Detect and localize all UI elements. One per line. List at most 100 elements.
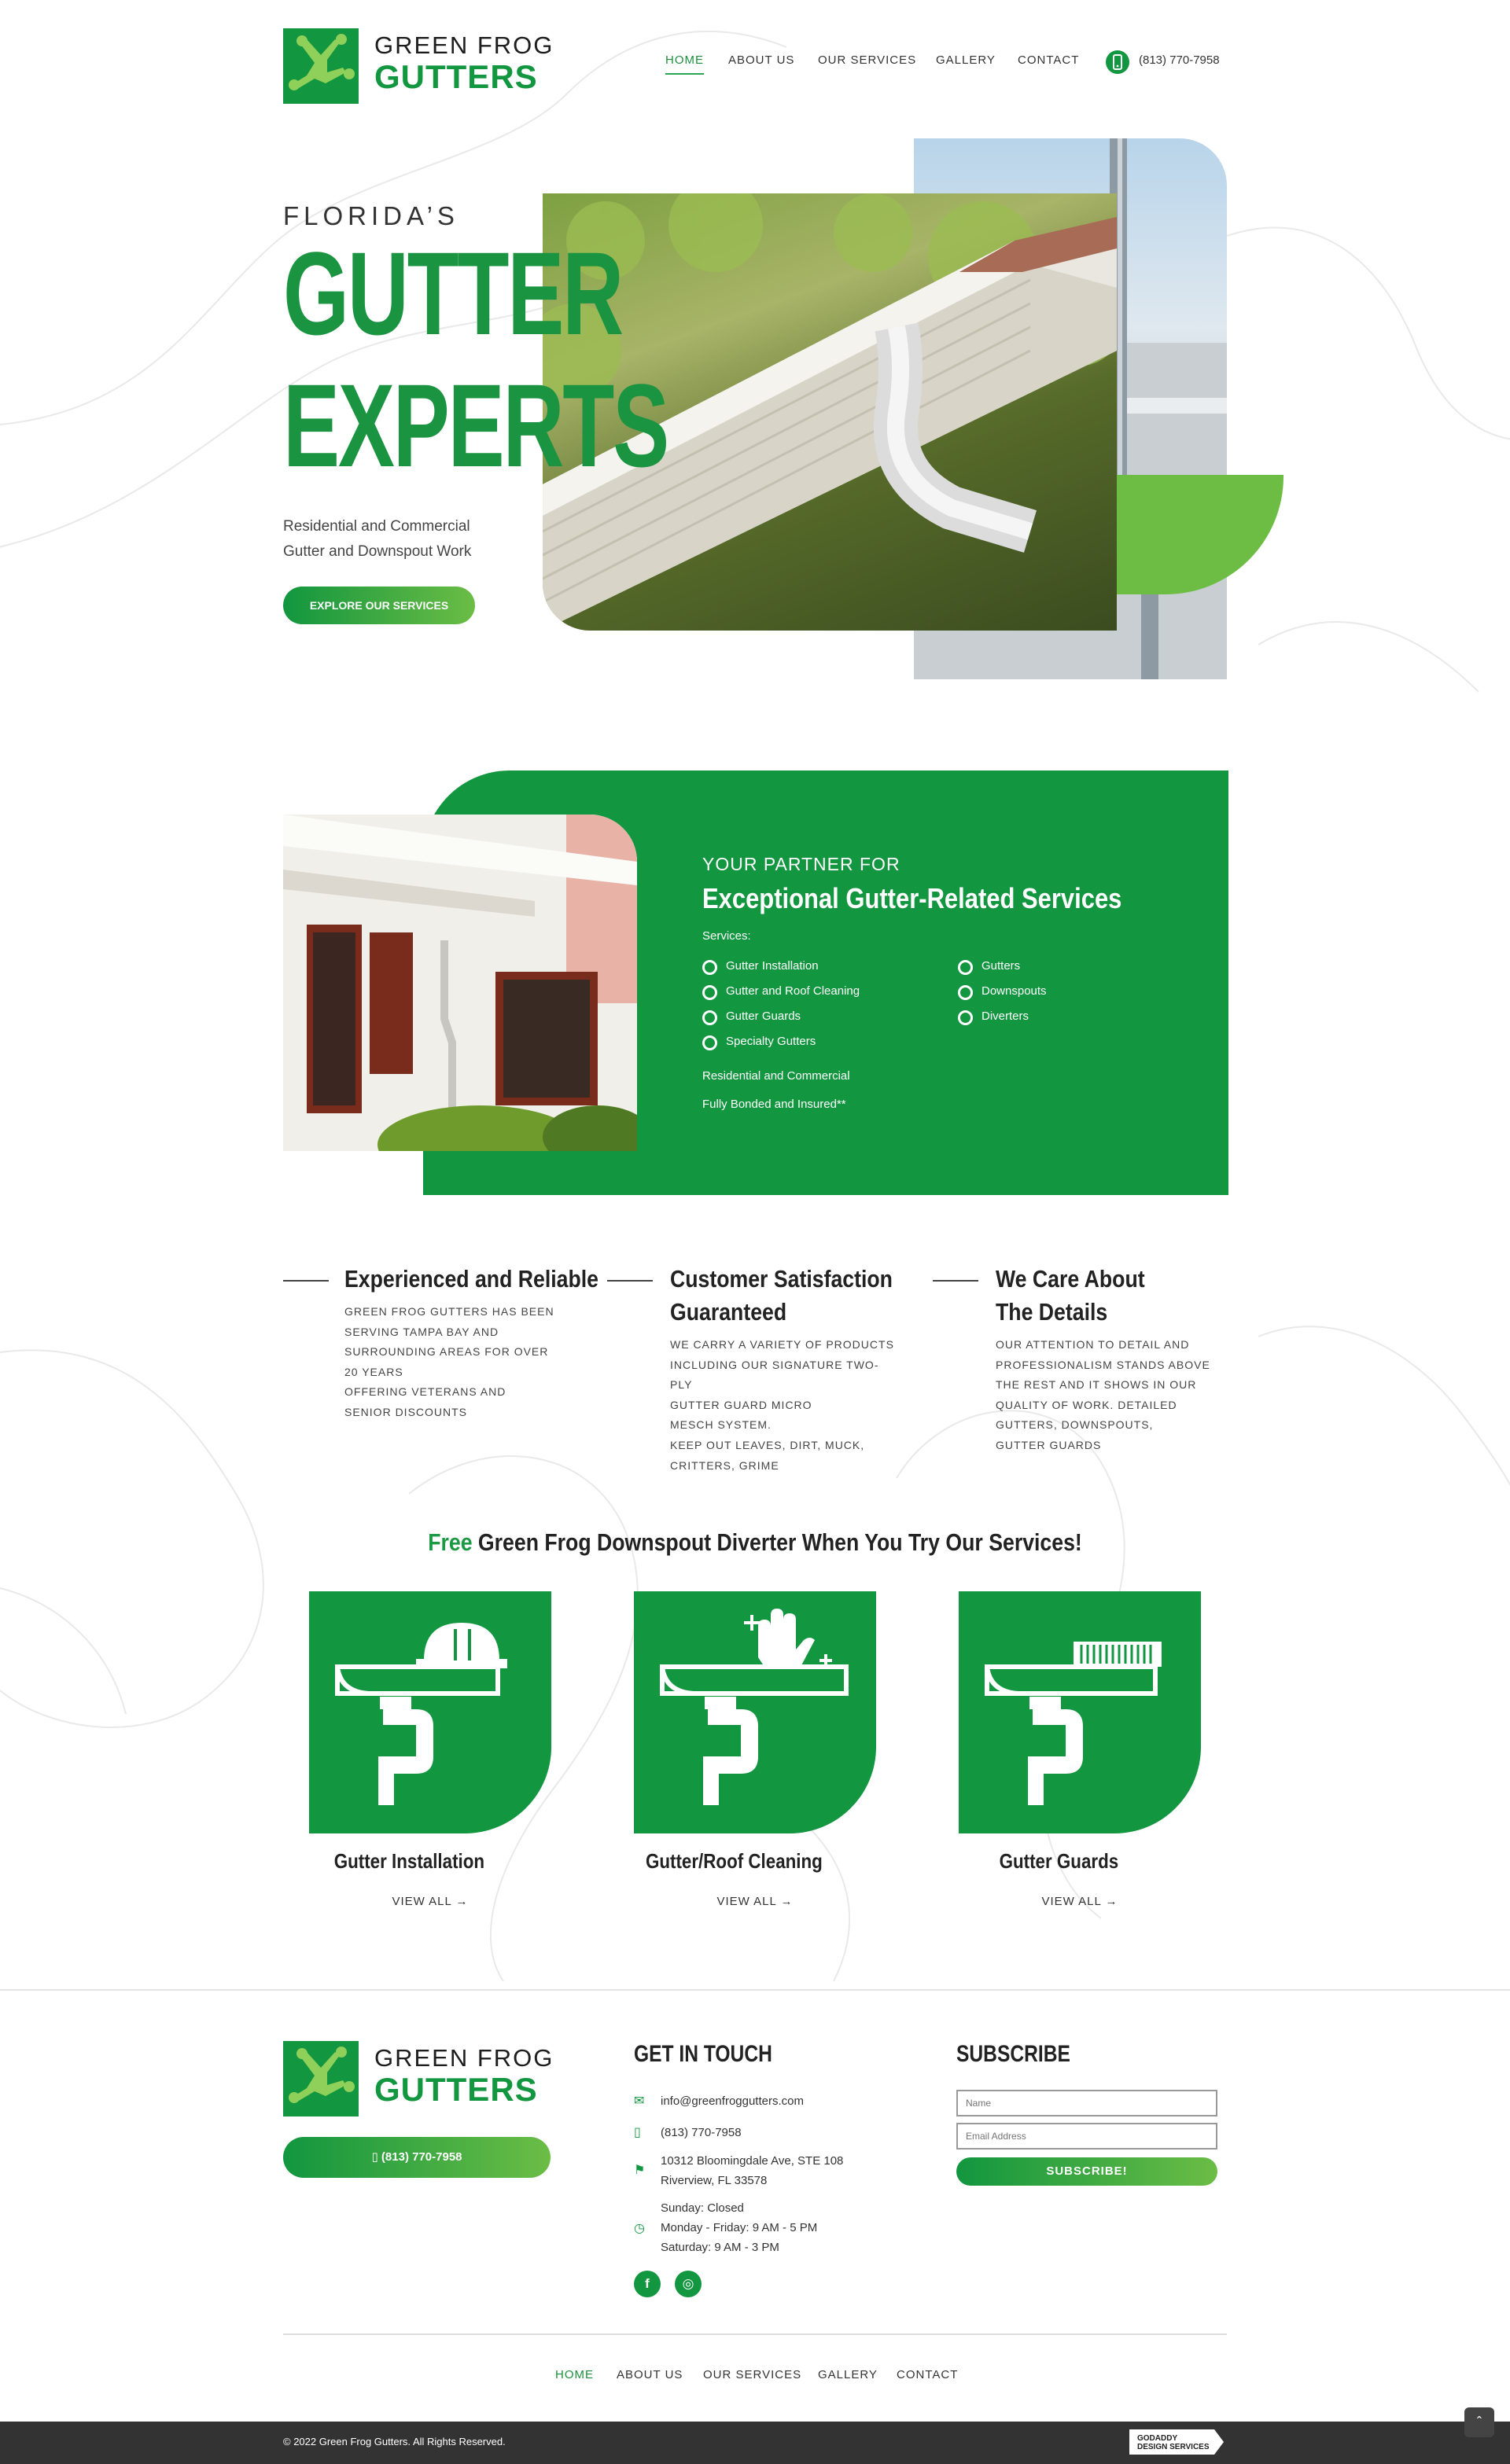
feature-divider xyxy=(933,1280,978,1282)
service-item: Specialty Gutters xyxy=(702,1035,816,1050)
partner-note-residential: Residential and Commercial xyxy=(702,1069,850,1083)
feature-text-line: SERVING TAMPA BAY AND xyxy=(344,1325,499,1338)
feature-text: GREEN FROG GUTTERS HAS BEEN SERVING TAMP… xyxy=(344,1302,573,1423)
service-item: Diverters xyxy=(958,1010,1029,1025)
footer-hours-line: Monday - Friday: 9 AM - 5 PM xyxy=(661,2221,818,2234)
feature-title-line: Experienced and Reliable xyxy=(344,1265,599,1293)
scroll-to-top-button[interactable]: ˆ xyxy=(1464,2407,1494,2437)
service-card-guards[interactable] xyxy=(959,1591,1201,1833)
service-item: Gutter Guards xyxy=(702,1010,801,1025)
feature-text-line: WE CARRY A VARIETY OF PRODUCTS xyxy=(670,1338,894,1351)
phone-icon: ▯ xyxy=(371,2150,378,2164)
footer-address: 10312 Bloomingdale Ave, STE 108 Rivervie… xyxy=(661,2151,843,2190)
feature-text-line: GUTTER GUARDS xyxy=(996,1438,1102,1451)
frog-foot-icon xyxy=(289,2047,355,2103)
footer-phone-link[interactable]: (813) 770-7958 xyxy=(661,2123,742,2142)
partner-image-house xyxy=(283,815,637,1151)
facebook-icon[interactable]: f xyxy=(634,2271,661,2297)
nav-home[interactable]: HOME xyxy=(665,53,704,75)
footer-hours: Sunday: Closed Monday - Friday: 9 AM - 5… xyxy=(661,2198,817,2257)
footer-nav-about-us[interactable]: ABOUT US xyxy=(617,2368,683,2381)
feature-text-line: CRITTERS, GRIME xyxy=(670,1458,779,1472)
footer-nav-our-services[interactable]: OUR SERVICES xyxy=(703,2368,801,2381)
subscribe-email-input[interactable] xyxy=(956,2123,1217,2150)
view-all-label: VIEW ALL xyxy=(1041,1895,1102,1908)
gutter-guard-icon xyxy=(985,1642,1162,1805)
feature-text-line: OUR ATTENTION TO DETAIL AND xyxy=(996,1338,1190,1351)
view-all-link[interactable]: VIEW ALL → xyxy=(930,1895,1229,1908)
subscribe-name-input[interactable] xyxy=(956,2090,1217,2116)
feature-title-line: We Care About xyxy=(996,1265,1145,1293)
feature-title: Experienced and Reliable xyxy=(344,1263,598,1296)
footer-nav-gallery[interactable]: GALLERY xyxy=(818,2368,878,2381)
email-icon: ✉ xyxy=(634,2094,645,2108)
service-card-installation[interactable] xyxy=(309,1591,551,1833)
service-card-cleaning[interactable] xyxy=(634,1591,876,1833)
feature-title-line: Guaranteed xyxy=(670,1298,787,1326)
instagram-icon[interactable]: ◎ xyxy=(675,2271,702,2297)
feature-divider xyxy=(283,1280,329,1282)
view-all-label: VIEW ALL xyxy=(392,1895,452,1908)
contact-heading: GET IN TOUCH xyxy=(634,2041,772,2067)
feature-title: Customer Satisfaction Guaranteed xyxy=(670,1263,893,1329)
footer-logo-frog-mark[interactable] xyxy=(283,2041,359,2116)
godaddy-badge-line2: DESIGN SERVICES xyxy=(1137,2443,1210,2451)
view-all-link[interactable]: VIEW ALL → xyxy=(606,1895,904,1908)
feature-text: OUR ATTENTION TO DETAIL AND PROFESSIONAL… xyxy=(996,1335,1224,1456)
subscribe-heading: SUBSCRIBE xyxy=(956,2041,1070,2067)
feature-text-line: OFFERING VETERANS AND xyxy=(344,1385,506,1399)
promo-heading: Free Green Frog Downspout Diverter When … xyxy=(105,1528,1404,1557)
footer-nav-home[interactable]: HOME xyxy=(555,2368,594,2381)
nav-gallery[interactable]: GALLERY xyxy=(936,53,996,67)
nav-our-services[interactable]: OUR SERVICES xyxy=(818,53,916,67)
explore-services-button[interactable]: EXPLORE OUR SERVICES xyxy=(283,587,475,624)
footer-phone-button-label: (813) 770-7958 xyxy=(381,2150,462,2164)
footer-email-link[interactable]: info@greenfroggutters.com xyxy=(661,2091,804,2111)
phone-icon xyxy=(1106,50,1129,74)
feature-text: WE CARRY A VARIETY OF PRODUCTS INCLUDING… xyxy=(670,1335,898,1476)
feature-title-line: The Details xyxy=(996,1298,1108,1326)
feature-divider xyxy=(607,1280,653,1282)
view-all-link[interactable]: VIEW ALL → xyxy=(281,1895,580,1908)
hero-description-line2: Gutter and Downspout Work xyxy=(283,543,472,560)
hero-description-line1: Residential and Commercial xyxy=(283,518,470,535)
hero-description: Residential and Commercial Gutter and Do… xyxy=(283,514,566,565)
arrow-right-icon: → xyxy=(1105,1895,1118,1908)
partner-heading: Exceptional Gutter-Related Services xyxy=(702,882,1122,914)
footer-hours-line: Sunday: Closed xyxy=(661,2201,744,2215)
footer-divider xyxy=(283,2333,1227,2335)
logo-text-line1: GREEN FROG xyxy=(374,31,554,59)
feature-text-line: GUTTER GUARD MICRO xyxy=(670,1398,812,1411)
hero-title-line1: GUTTER xyxy=(283,227,624,359)
subscribe-button[interactable]: SUBSCRIBE! xyxy=(956,2157,1217,2186)
clock-icon: ◷ xyxy=(634,2222,645,2235)
partner-note-insured: Fully Bonded and Insured** xyxy=(702,1098,846,1111)
header-phone-link[interactable]: (813) 770-7958 xyxy=(1139,53,1220,67)
arrow-right-icon: → xyxy=(780,1895,794,1908)
footer-nav-contact[interactable]: CONTACT xyxy=(897,2368,958,2381)
godaddy-badge[interactable]: GODADDY DESIGN SERVICES xyxy=(1129,2429,1224,2455)
feature-text-line: INCLUDING OUR SIGNATURE TWO-PLY xyxy=(670,1358,879,1392)
chevron-up-icon: ˆ xyxy=(1477,2414,1482,2430)
footer-logo-text-line2: GUTTERS xyxy=(374,2071,538,2108)
feature-title: We Care About The Details xyxy=(996,1263,1145,1329)
hard-hat-icon xyxy=(335,1623,507,1805)
service-item: Downspouts xyxy=(958,984,1047,1000)
view-all-label: VIEW ALL xyxy=(716,1895,777,1908)
partner-preheading: YOUR PARTNER FOR xyxy=(702,854,900,874)
nav-contact[interactable]: CONTACT xyxy=(1018,53,1079,67)
feature-text-line: KEEP OUT LEAVES, DIRT, MUCK, xyxy=(670,1438,865,1451)
hero-green-leaf-shape xyxy=(1117,475,1284,594)
services-label: Services: xyxy=(702,929,751,943)
clean-glove-icon xyxy=(660,1609,849,1805)
map-icon: ⚑ xyxy=(634,2164,646,2177)
feature-text-line: THE REST AND IT SHOWS IN OUR xyxy=(996,1378,1197,1392)
service-card-title: Gutter Guards xyxy=(999,1849,1119,1873)
footer-phone-button[interactable]: ▯ (813) 770-7958 xyxy=(283,2137,551,2178)
footer-top-divider xyxy=(0,1989,1510,1991)
copyright-text: © 2022 Green Frog Gutters. All Rights Re… xyxy=(283,2436,506,2447)
logo-frog-mark[interactable] xyxy=(283,28,359,104)
nav-about-us[interactable]: ABOUT US xyxy=(728,53,794,67)
service-item: Gutter and Roof Cleaning xyxy=(702,984,860,1000)
service-card-title: Gutter Installation xyxy=(333,1849,485,1873)
